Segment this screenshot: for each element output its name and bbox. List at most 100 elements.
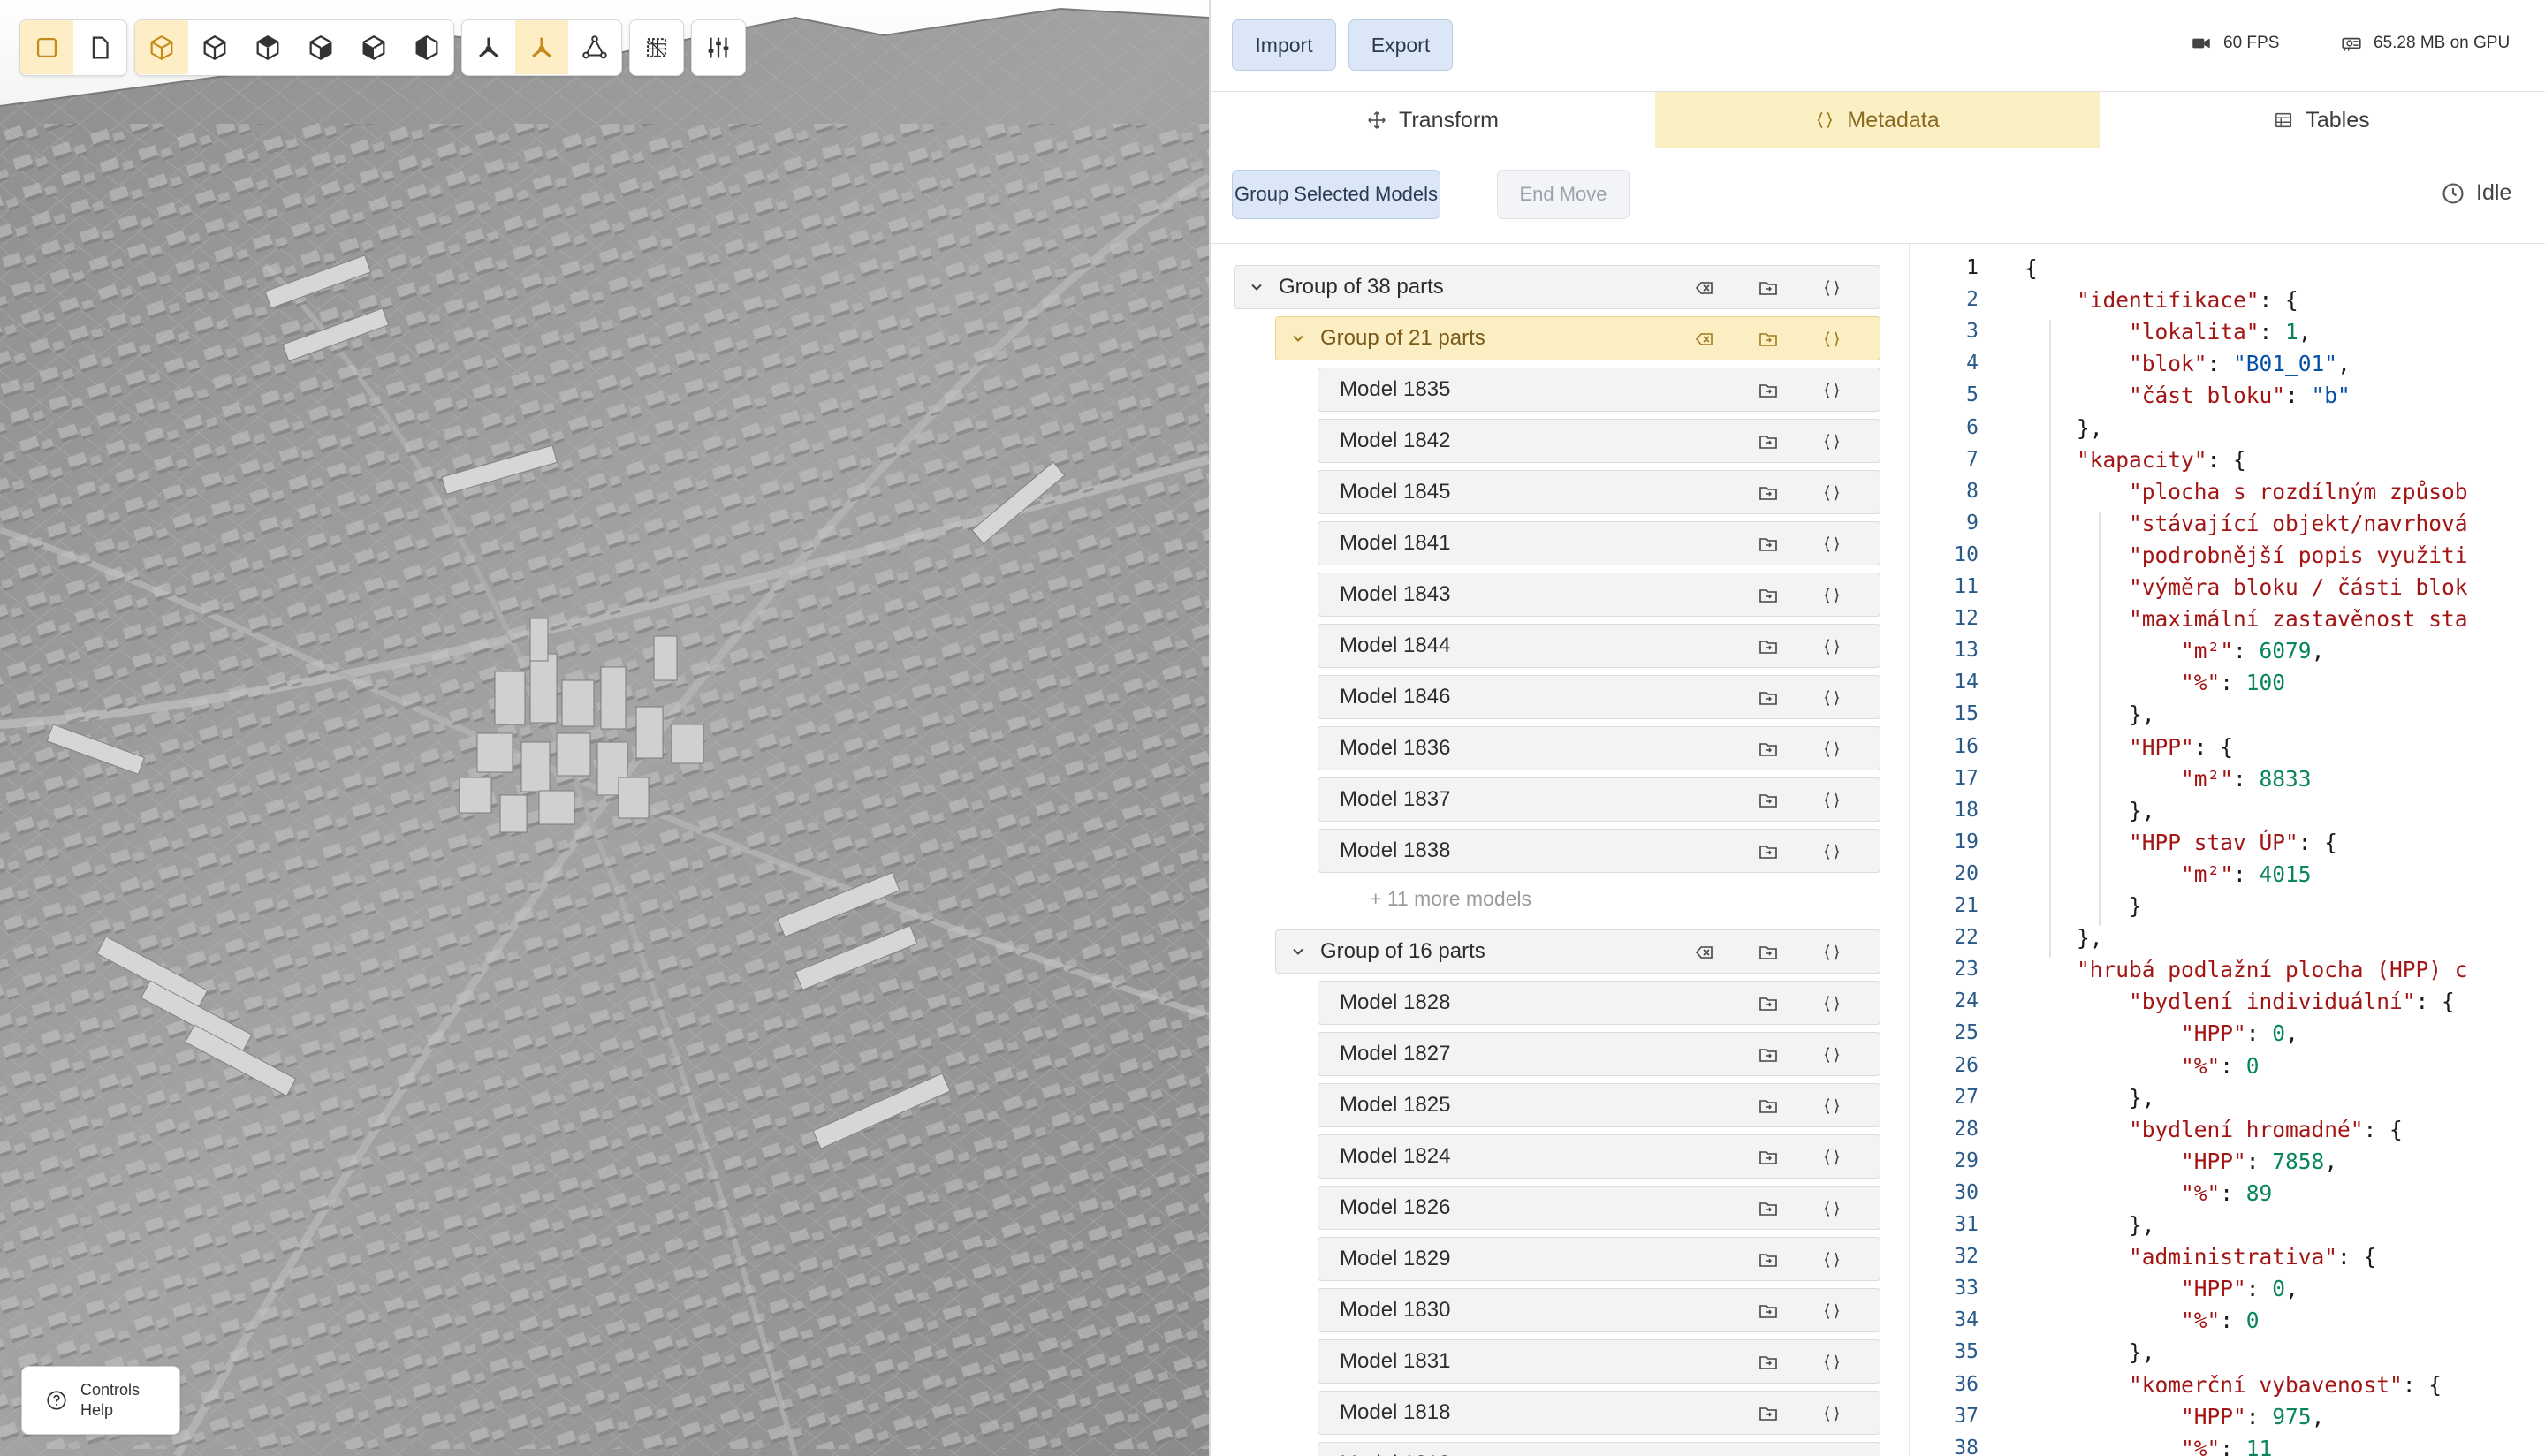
tree-model-row[interactable]: Model 1818 [1318,1391,1880,1435]
metadata-braces-icon[interactable] [1821,636,1842,657]
move-to-folder-icon[interactable] [1758,1096,1779,1117]
tree-group-row-selected[interactable]: Group of 21 parts [1275,316,1880,360]
group-selected-models-button[interactable]: Group Selected Models [1232,170,1440,219]
code-line[interactable]: "m²": 4015 [2025,861,2312,887]
move-to-folder-icon[interactable] [1758,1044,1779,1065]
tree-model-row-partial[interactable]: Model 1818 [1318,1442,1880,1456]
select-grid-icon[interactable] [630,20,683,74]
move-to-folder-icon[interactable] [1758,942,1779,963]
cube-half-icon[interactable] [347,20,400,74]
metadata-braces-icon[interactable] [1821,1301,1842,1322]
code-line[interactable]: "administrativa": { [2025,1244,2376,1270]
city-terrain-render[interactable] [0,0,1209,1456]
tree-model-row[interactable]: Model 1838 [1318,829,1880,873]
code-line[interactable]: "%": 0 [2025,1053,2260,1079]
move-to-folder-icon[interactable] [1758,1403,1779,1424]
move-to-folder-icon[interactable] [1758,534,1779,555]
code-line[interactable]: }, [2025,925,2103,951]
code-line[interactable]: "bydlení hromadné": { [2025,1117,2403,1142]
end-move-button[interactable]: End Move [1497,170,1630,219]
chevron-down-icon[interactable] [1276,943,1320,960]
metadata-braces-icon[interactable] [1821,482,1842,504]
code-line[interactable]: "výměra bloku / části blok [2025,574,2468,600]
code-line[interactable]: "%": 0 [2025,1308,2260,1333]
metadata-braces-icon[interactable] [1821,1198,1842,1219]
code-line[interactable]: "kapacity": { [2025,447,2246,473]
import-button[interactable]: Import [1232,19,1336,71]
ungroup-icon[interactable] [1694,942,1715,963]
controls-help-button[interactable]: Controls Help [21,1366,180,1435]
code-line[interactable]: "komerční vybavenost": { [2025,1372,2442,1398]
tree-model-row[interactable]: Model 1846 [1318,675,1880,719]
move-to-folder-icon[interactable] [1758,277,1779,299]
code-line[interactable]: "HPP": 7858, [2025,1149,2337,1174]
tree-group-row[interactable]: Group of 16 parts [1275,929,1880,974]
tree-model-row[interactable]: Model 1844 [1318,624,1880,668]
code-line[interactable]: "%": 89 [2025,1180,2272,1206]
metadata-braces-icon[interactable] [1821,1044,1842,1065]
code-line[interactable]: "HPP": 0, [2025,1020,2298,1046]
move-to-folder-icon[interactable] [1758,790,1779,811]
tree-group-row[interactable]: Group of 38 parts [1234,265,1880,309]
metadata-braces-icon[interactable] [1821,1147,1842,1168]
json-editor[interactable]: 1 {2 "identifikace": {3 "lokalita": 1, 4 "… [1909,244,2545,1456]
tree-model-row[interactable]: Model 1830 [1318,1288,1880,1332]
code-line[interactable]: } [2025,893,2142,919]
tab-metadata[interactable]: Metadata [1655,92,2100,148]
metadata-braces-icon[interactable] [1821,329,1842,350]
metadata-braces-icon[interactable] [1821,993,1842,1014]
3d-viewport[interactable]: Controls Help [0,0,1209,1456]
chevron-down-icon[interactable] [1235,278,1279,296]
move-to-folder-icon[interactable] [1758,739,1779,760]
tab-tables[interactable]: Tables [2100,92,2544,148]
metadata-braces-icon[interactable] [1821,1249,1842,1270]
code-line[interactable]: "maximální zastavěnost sta [2025,606,2468,632]
code-line[interactable]: "stávající objekt/navrhová [2025,511,2468,536]
move-to-folder-icon[interactable] [1758,1147,1779,1168]
move-to-folder-icon[interactable] [1758,1249,1779,1270]
ungroup-icon[interactable] [1694,277,1715,299]
cube-split-icon[interactable] [400,20,453,74]
metadata-braces-icon[interactable] [1821,431,1842,452]
code-line[interactable]: "podrobnější popis využiti [2025,542,2468,568]
more-models-link[interactable]: + 11 more models [1370,887,1531,911]
metadata-braces-icon[interactable] [1821,585,1842,606]
cube-solid-icon[interactable] [294,20,347,74]
code-line[interactable]: "HPP": { [2025,734,2233,760]
cube-wireframe-icon[interactable] [135,20,188,74]
code-line[interactable]: }, [2025,1339,2155,1365]
code-line[interactable]: }, [2025,415,2103,441]
move-to-folder-icon[interactable] [1758,993,1779,1014]
code-line[interactable]: "část bloku": "b" [2025,383,2351,408]
tree-model-row[interactable]: Model 1836 [1318,726,1880,770]
move-to-folder-icon[interactable] [1758,431,1779,452]
nodes-icon[interactable] [568,20,621,74]
code-line[interactable]: }, [2025,701,2155,727]
move-to-folder-icon[interactable] [1758,1352,1779,1373]
metadata-braces-icon[interactable] [1821,1403,1842,1424]
export-button[interactable]: Export [1348,19,1453,71]
code-line[interactable]: "blok": "B01_01", [2025,351,2351,376]
square-icon[interactable] [20,20,73,74]
tree-model-row[interactable]: Model 1837 [1318,777,1880,822]
code-line[interactable]: "m²": 8833 [2025,766,2312,792]
move-to-folder-icon[interactable] [1758,636,1779,657]
metadata-braces-icon[interactable] [1821,739,1842,760]
move-to-folder-icon[interactable] [1758,482,1779,504]
sliders-icon[interactable] [692,20,745,74]
tree-model-row[interactable]: Model 1824 [1318,1134,1880,1179]
tree-model-row[interactable]: Model 1828 [1318,981,1880,1025]
metadata-braces-icon[interactable] [1821,380,1842,401]
metadata-braces-icon[interactable] [1821,534,1842,555]
metadata-braces-icon[interactable] [1821,790,1842,811]
code-line[interactable]: "HPP": 0, [2025,1276,2298,1301]
cube-shaded-icon[interactable] [241,20,294,74]
code-line[interactable]: "m²": 6079, [2025,638,2324,664]
cube-icon[interactable] [188,20,241,74]
tree-model-row[interactable]: Model 1845 [1318,470,1880,514]
tree-model-row[interactable]: Model 1835 [1318,368,1880,412]
tree-model-row[interactable]: Model 1826 [1318,1186,1880,1230]
code-line[interactable]: "plocha s rozdílným způsob [2025,479,2468,504]
axis-icon[interactable] [462,20,515,74]
move-to-folder-icon[interactable] [1758,1198,1779,1219]
